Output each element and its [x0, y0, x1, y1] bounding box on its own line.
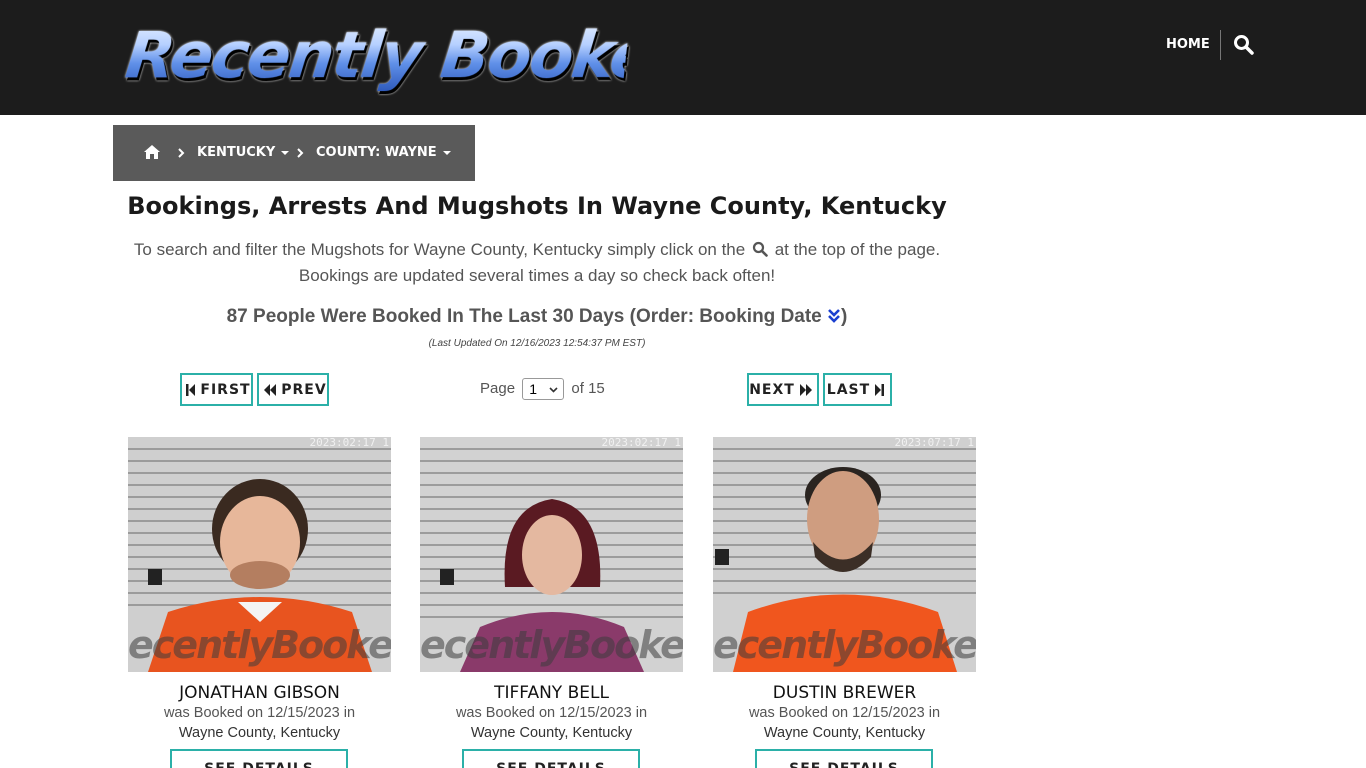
booked-date: was Booked on 12/15/2023 in	[455, 705, 648, 721]
first-page-button[interactable]: FIRST	[180, 373, 253, 406]
booked-location: Wayne County, Kentucky	[763, 725, 926, 741]
photo-timestamp: 2023:02:17 1	[601, 437, 681, 449]
page-total: of 15	[571, 380, 605, 397]
mugshot-image[interactable]: ecentlyBooked.co 2023:07:17 1	[713, 437, 976, 672]
caret-down-icon	[281, 150, 290, 155]
mugshot-image[interactable]: ecentlyBooked.co 2023:02:17 1	[420, 437, 683, 672]
person-name[interactable]: DUSTIN BREWER	[693, 682, 996, 704]
last-icon	[875, 383, 885, 396]
booking-card[interactable]: ecentlyBooked.co 2023:07:17 1 DUSTIN BRE…	[713, 437, 976, 768]
nav-home-link[interactable]: HOME	[1166, 36, 1210, 54]
nav-divider	[1220, 30, 1221, 60]
booked-date: was Booked on 12/15/2023 in	[748, 705, 941, 721]
home-icon[interactable]	[143, 144, 161, 160]
booking-count-text: 87 People Were Booked In The Last 30 Day…	[226, 306, 822, 327]
watermark: ecentlyBooked.co	[128, 623, 391, 667]
caret-down-icon	[442, 150, 451, 155]
booking-card[interactable]: ecentlyBooked.co 2023:02:17 1 TIFFANY BE…	[420, 437, 683, 768]
page-label: Page	[480, 380, 516, 397]
prev-page-button[interactable]: PREV	[257, 373, 329, 406]
last-label: LAST	[826, 381, 871, 398]
booked-location: Wayne County, Kentucky	[178, 725, 341, 741]
breadcrumb: KENTUCKY COUNTY: WAYNE	[113, 125, 475, 181]
intro-part1: To search and filter the Mugshots for Wa…	[133, 240, 746, 259]
see-details-button[interactable]: SEE DETAILS	[755, 749, 933, 768]
fast-forward-icon	[799, 383, 812, 396]
person-name[interactable]: JONATHAN GIBSON	[108, 682, 411, 704]
breadcrumb-county-label: COUNTY: WAYNE	[316, 145, 437, 160]
page-selector: Page 1 of 15	[480, 377, 605, 401]
search-icon	[752, 239, 768, 257]
next-page-button[interactable]: NEXT	[747, 373, 819, 406]
prev-label: PREV	[281, 381, 327, 398]
photo-timestamp: 2023:02:17 1	[309, 437, 389, 449]
chevron-right-icon	[177, 146, 185, 158]
first-icon	[186, 383, 196, 396]
page-select-value: 1	[529, 381, 538, 398]
watermark: ecentlyBooked.co	[420, 623, 683, 667]
see-details-button[interactable]: SEE DETAILS	[462, 749, 640, 768]
booking-count: 87 People Were Booked In The Last 30 Day…	[113, 304, 961, 330]
intro-part2: at the top of the page.	[774, 240, 941, 259]
rewind-icon	[264, 383, 277, 396]
last-page-button[interactable]: LAST	[823, 373, 892, 406]
next-label: NEXT	[749, 381, 795, 398]
booking-count-close: )	[841, 306, 848, 327]
booking-card[interactable]: ecentlyBooked.co 2023:02:17 1 JONATHAN G…	[128, 437, 391, 768]
watermark: ecentlyBooked.co	[713, 623, 976, 667]
search-icon[interactable]	[1233, 34, 1255, 56]
photo-timestamp: 2023:07:17 1	[894, 437, 974, 449]
site-logo[interactable]: Recently Booked	[122, 18, 699, 94]
booked-date: was Booked on 12/15/2023 in	[163, 705, 356, 721]
see-details-button[interactable]: SEE DETAILS	[170, 749, 348, 768]
booked-location: Wayne County, Kentucky	[470, 725, 633, 741]
first-label: FIRST	[200, 381, 251, 398]
page-title: Bookings, Arrests And Mugshots In Wayne …	[127, 192, 947, 220]
breadcrumb-state-dropdown[interactable]: KENTUCKY	[197, 144, 290, 162]
mugshot-image[interactable]: ecentlyBooked.co 2023:02:17 1	[128, 437, 391, 672]
sort-order-icon[interactable]	[827, 306, 841, 323]
intro-line2: Bookings are updated several times a day…	[298, 266, 776, 285]
person-name[interactable]: TIFFANY BELL	[400, 682, 703, 704]
breadcrumb-county-dropdown[interactable]: COUNTY: WAYNE	[316, 144, 451, 162]
intro-text: To search and filter the Mugshots for Wa…	[113, 237, 961, 289]
page-select[interactable]: 1	[522, 378, 565, 401]
site-header: Recently Booked HOME	[0, 0, 1366, 115]
last-updated: (Last Updated On 12/16/2023 12:54:37 PM …	[428, 338, 646, 349]
chevron-right-icon	[296, 146, 304, 158]
chevron-down-icon	[549, 387, 558, 393]
breadcrumb-state-label: KENTUCKY	[197, 145, 276, 160]
